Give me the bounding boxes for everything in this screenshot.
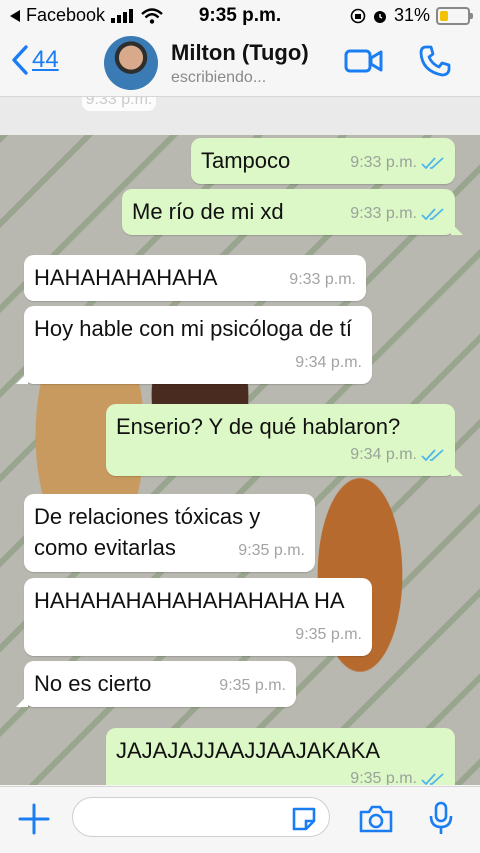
- message-bubble[interactable]: No es cierto 9:35 p.m.: [16, 661, 296, 707]
- input-bar: [0, 786, 480, 853]
- message-time: 9:35 p.m.: [350, 770, 417, 785]
- message-bubble[interactable]: Enserio? Y de qué hablaron? 9:34 p.m.: [106, 404, 463, 476]
- typing-status: escribiendo...: [171, 69, 267, 86]
- message-bubble[interactable]: Hoy hable con mi psicóloga de tí 9:34 p.…: [16, 306, 372, 384]
- camera-icon[interactable]: [358, 804, 394, 834]
- message-bubble[interactable]: Me río de mi xd 9:33 p.m.: [122, 189, 463, 235]
- message-text: Enserio? Y de qué hablaron?: [116, 414, 401, 439]
- message-time: 9:33 p.m.: [350, 205, 417, 222]
- message-bubble[interactable]: HAHAHAHAHAHAHAHAHA HA 9:35 p.m.: [24, 578, 372, 656]
- back-button[interactable]: 44: [10, 44, 59, 76]
- message-time: 9:34 p.m.: [350, 446, 417, 463]
- contact-name[interactable]: Milton (Tugo): [171, 40, 309, 66]
- message-text: Me río de mi xd: [132, 199, 284, 224]
- message-text: Tampoco: [201, 148, 291, 173]
- double-check-icon: [421, 448, 444, 461]
- double-check-icon: [421, 772, 444, 785]
- message-text: No es cierto: [34, 671, 152, 696]
- double-check-icon: [421, 156, 444, 169]
- partial-timestamp: 9:33 p.m.: [82, 97, 156, 111]
- battery-percent: 31%: [393, 5, 430, 25]
- message-bubble[interactable]: Tampoco 9:33 p.m.: [191, 138, 455, 184]
- message-time: 9:33 p.m.: [289, 271, 356, 288]
- message-bubble[interactable]: De relaciones tóxicas y como evitarlas 9…: [24, 494, 315, 572]
- double-check-icon: [421, 207, 444, 220]
- message-time: 9:35 p.m.: [238, 542, 305, 559]
- video-call-icon[interactable]: [344, 46, 384, 76]
- message-time: 9:34 p.m.: [295, 354, 362, 371]
- message-text: De relaciones tóxicas y como evitarlas: [34, 504, 261, 560]
- message-text: HAHAHAHAHAHA: [34, 265, 218, 290]
- message-bubble[interactable]: JAJAJAJJAAJJAAJAKAKA 9:35 p.m.: [106, 728, 455, 785]
- phone-call-icon[interactable]: [418, 44, 452, 78]
- message-text: HAHAHAHAHAHAHAHAHA HA: [34, 588, 345, 613]
- rotation-lock-icon: [350, 8, 366, 23]
- chat-area[interactable]: 9:33 p.m. Tampoco 9:33 p.m. Me río de mi…: [0, 97, 480, 785]
- battery-icon: [436, 6, 473, 25]
- unread-count: 44: [32, 46, 59, 73]
- microphone-icon[interactable]: [428, 801, 454, 837]
- chevron-left-icon: [12, 45, 28, 75]
- alarm-icon: [373, 10, 386, 23]
- message-text: Hoy hable con mi psicóloga de tí: [34, 316, 352, 341]
- avatar[interactable]: [104, 36, 158, 90]
- status-bar: Facebook 9:35 p.m. 31%: [0, 0, 480, 32]
- chat-header: 44 Milton (Tugo) escribiendo...: [0, 32, 480, 97]
- message-time: 9:35 p.m.: [295, 626, 362, 643]
- sticker-icon[interactable]: [290, 805, 318, 833]
- plus-icon[interactable]: [18, 803, 50, 835]
- message-text: JAJAJAJJAAJJAAJAKAKA: [116, 738, 381, 763]
- message-time: 9:33 p.m.: [350, 154, 417, 171]
- message-time: 9:35 p.m.: [219, 677, 286, 694]
- message-bubble[interactable]: HAHAHAHAHAHA 9:33 p.m.: [24, 255, 366, 301]
